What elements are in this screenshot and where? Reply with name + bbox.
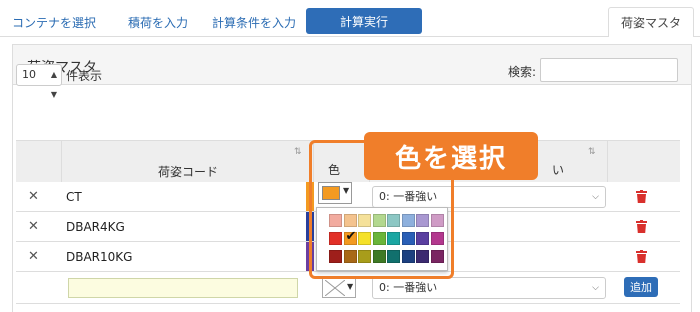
palette-swatch[interactable] [401, 232, 415, 245]
palette-swatch[interactable] [358, 250, 371, 263]
callout-label: 色を選択 [364, 132, 538, 180]
palette-swatch[interactable] [372, 250, 386, 263]
new-strength-select[interactable]: 0: 一番強い ⌵ [372, 277, 606, 299]
run-calculation-button[interactable]: 計算実行 [306, 8, 422, 34]
trash-icon[interactable] [636, 250, 647, 263]
color-palette: ✔ [316, 207, 448, 271]
row-code: DBAR10KG [66, 250, 133, 264]
palette-swatch[interactable] [343, 214, 357, 227]
tab-divider [0, 36, 700, 37]
trash-icon[interactable] [636, 220, 647, 233]
sort-icon: ⇅ [588, 147, 596, 157]
top-navigation: コンテナを選択 積荷を入力 計算条件を入力 計算実行 荷姿マスタ [0, 0, 700, 40]
page-length-value: 10 [22, 68, 36, 81]
palette-swatch[interactable] [387, 214, 400, 227]
row-code: CT [66, 190, 82, 204]
header-code-cell[interactable]: ⇅ 荷姿コード [62, 141, 314, 183]
header-strength-label: い [552, 163, 565, 177]
strength-value: 0: 一番強い [379, 281, 438, 294]
nav-link-input-conditions[interactable]: 計算条件を入力 [212, 14, 296, 31]
palette-swatch[interactable] [329, 232, 342, 245]
color-picker-button[interactable]: ▼ [318, 182, 352, 204]
palette-swatch[interactable] [387, 232, 400, 245]
palette-swatch[interactable] [372, 232, 386, 245]
palette-swatch[interactable] [430, 214, 444, 227]
palette-swatch[interactable] [358, 214, 371, 227]
search-label: 検索: [508, 65, 537, 79]
add-row-button[interactable]: 追加 [624, 277, 658, 297]
header-action-cell [16, 141, 62, 183]
check-icon: ✔ [345, 229, 357, 244]
palette-swatch[interactable] [416, 214, 429, 227]
nav-link-input-cargo[interactable]: 積荷を入力 [128, 14, 188, 31]
delete-row-icon[interactable]: ✕ [28, 249, 39, 264]
page-length-select[interactable]: 10 ▲ ▼ [16, 64, 62, 99]
palette-swatch[interactable] [372, 214, 386, 227]
new-color-swatch[interactable]: ▼ [322, 278, 356, 298]
palette-swatch[interactable] [329, 214, 342, 227]
nav-link-select-container[interactable]: コンテナを選択 [12, 14, 96, 31]
row-code: DBAR4KG [66, 220, 125, 234]
palette-swatch[interactable] [416, 250, 429, 263]
search-input[interactable] [540, 58, 678, 82]
page-length-label: 件表示 [66, 69, 103, 83]
header-code-label: 荷姿コード [158, 165, 219, 179]
caret-down-icon: ▼ [347, 282, 354, 291]
chevron-down-icon: ⌵ [592, 192, 599, 202]
palette-swatch[interactable]: ✔ [343, 229, 357, 245]
selected-color-chip [322, 186, 340, 200]
palette-swatch[interactable] [401, 214, 415, 227]
delete-row-icon[interactable]: ✕ [28, 219, 39, 234]
new-code-input[interactable] [68, 278, 298, 298]
no-color-icon [325, 280, 345, 296]
palette-swatch[interactable] [329, 250, 342, 263]
sort-icon: ⇅ [294, 147, 302, 157]
delete-row-icon[interactable]: ✕ [28, 189, 39, 204]
palette-swatch[interactable] [430, 250, 444, 263]
palette-swatch[interactable] [358, 232, 371, 245]
palette-swatch[interactable] [343, 250, 357, 263]
palette-swatch[interactable] [416, 232, 429, 245]
palette-swatch[interactable] [387, 250, 400, 263]
palette-swatch[interactable] [401, 250, 415, 263]
chevron-down-icon: ⌵ [592, 283, 599, 293]
caret-down-icon: ▼ [343, 186, 350, 195]
trash-icon[interactable] [636, 190, 647, 203]
palette-swatch[interactable] [430, 232, 444, 245]
select-arrows-icon: ▲ ▼ [50, 70, 57, 99]
tab-package-master[interactable]: 荷姿マスタ [608, 7, 694, 37]
